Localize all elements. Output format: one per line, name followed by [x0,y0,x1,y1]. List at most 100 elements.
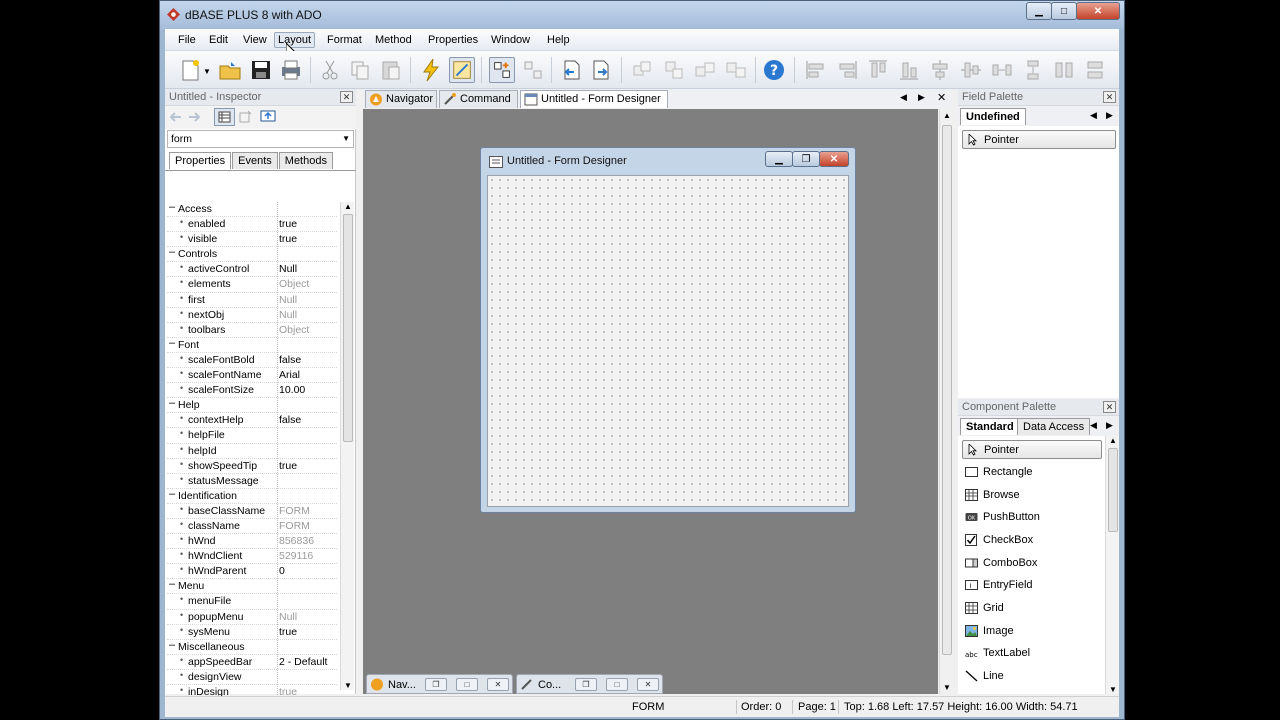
menu-window[interactable]: Window [488,33,533,47]
component-item-pointer[interactable]: Pointer [962,440,1102,459]
property-row[interactable]: • hWndClient 529116 [167,549,337,565]
component-item-rectangle[interactable]: Rectangle [962,462,1102,484]
minimized-navigator-maximize[interactable]: □ [456,678,478,691]
property-row[interactable]: • helpFile [167,428,337,444]
property-value[interactable]: 10.00 [279,384,305,396]
mdi-scroll-thumb[interactable] [942,125,952,655]
scroll-down-icon[interactable]: ▼ [344,681,352,690]
form-restore-button[interactable]: ❐ [792,151,820,167]
menu-view[interactable]: View [240,33,270,47]
property-category[interactable]: – Font [167,337,337,353]
property-row[interactable]: • statusMessage [167,474,337,489]
align-bottom-icon[interactable] [896,57,922,83]
component-tab-scroll-right-icon[interactable]: ▶ [1106,420,1113,431]
next-page-icon[interactable] [589,57,615,83]
property-category[interactable]: – Miscellaneous [167,639,337,655]
property-value[interactable]: 2 - Default [279,656,327,668]
align-horizontal-center-icon[interactable] [927,57,953,83]
chevron-down-icon[interactable]: ▼ [342,134,350,143]
property-row[interactable]: • first Null [167,293,337,308]
property-row[interactable]: • toolbars Object [167,323,337,338]
copy-icon[interactable] [347,57,373,83]
forward-arrow-icon[interactable] [187,111,201,123]
property-value[interactable]: Null [279,294,297,306]
mdi-scroll-up-icon[interactable]: ▲ [943,111,951,120]
property-value[interactable]: true [279,460,297,472]
collapse-icon[interactable]: – [169,397,175,409]
minimized-command-close[interactable]: ✕ [637,678,659,691]
component-palette-close-button[interactable]: ✕ [1103,401,1116,413]
collapse-icon[interactable]: – [169,639,175,651]
minimized-navigator-restore[interactable]: ❐ [425,678,447,691]
property-value[interactable]: 0 [279,565,285,577]
align-left-icon[interactable] [803,57,829,83]
property-value[interactable]: FORM [279,505,310,517]
scroll-up-icon[interactable]: ▲ [344,202,352,211]
property-value[interactable]: false [279,414,301,426]
minimized-command[interactable]: Co... ❐ □ ✕ [516,674,663,694]
property-category[interactable]: – Access [167,201,337,218]
property-row[interactable]: • popupMenu Null [167,610,337,625]
inspector-close-button[interactable]: ✕ [340,91,353,103]
component-item-line[interactable]: Line [962,666,1102,688]
property-row[interactable]: • nextObj Null [167,308,337,323]
design-mode-icon[interactable] [449,57,475,83]
align-vertical-center-icon[interactable] [958,57,984,83]
property-value[interactable]: Null [279,309,297,321]
property-row[interactable]: • scaleFontBold false [167,353,337,369]
title-bar[interactable]: dBASE PLUS 8 with ADO ▁ □ ✕ [160,1,1124,29]
property-value[interactable]: Object [279,278,309,290]
minimized-command-maximize[interactable]: □ [606,678,628,691]
save-disk-icon[interactable] [248,57,274,83]
minimize-button[interactable]: ▁ [1026,2,1052,20]
property-row[interactable]: • scaleFontName Arial [167,368,337,384]
property-value[interactable]: true [279,626,297,638]
property-row[interactable]: • hWnd 856836 [167,534,337,550]
property-category[interactable]: – Controls [167,246,337,263]
tab-close-icon[interactable]: ✕ [937,91,946,104]
property-row[interactable]: • visible true [167,232,337,248]
previous-page-icon[interactable] [558,57,584,83]
alphabetic-view-icon[interactable] [239,110,253,124]
property-row[interactable]: • activeControl Null [167,262,337,278]
property-category[interactable]: – Help [167,397,337,414]
property-row[interactable]: • helpId [167,444,337,459]
property-value[interactable]: true [279,233,297,245]
menu-file[interactable]: File [175,33,199,47]
bring-closer-icon[interactable] [692,57,718,83]
inspector-scroll-thumb[interactable] [343,214,353,442]
form-minimize-button[interactable]: ▁ [765,151,793,167]
bring-to-front-icon[interactable] [629,57,655,83]
tab-navigator[interactable]: Navigator [365,90,437,108]
component-item-grid[interactable]: Grid [962,598,1102,620]
menu-properties[interactable]: Properties [425,33,481,47]
space-horizontal-icon[interactable] [989,57,1015,83]
menu-edit[interactable]: Edit [206,33,231,47]
field-palette-item-pointer[interactable]: Pointer [962,130,1116,149]
send-farther-icon[interactable] [723,57,749,83]
tab-command[interactable]: Command [439,90,518,108]
minimized-navigator[interactable]: Nav... ❐ □ ✕ [366,674,513,694]
field-tab-scroll-left-icon[interactable]: ◀ [1090,110,1097,121]
mdi-scrollbar[interactable]: ▲ ▼ [939,109,953,694]
collapse-icon[interactable]: – [169,201,175,213]
tab-standard[interactable]: Standard [960,418,1020,435]
align-top-icon[interactable] [865,57,891,83]
menu-format[interactable]: Format [324,33,365,47]
property-value[interactable]: Arial [279,369,300,381]
property-category[interactable]: – Menu [167,578,337,595]
palette-scroll-up-icon[interactable]: ▲ [1109,436,1117,445]
minimized-command-restore[interactable]: ❐ [575,678,597,691]
minimized-navigator-close[interactable]: ✕ [487,678,509,691]
property-row[interactable]: • contextHelp false [167,413,337,429]
property-value[interactable]: Null [279,263,297,275]
menu-help[interactable]: Help [544,33,573,47]
tab-events[interactable]: Events [232,152,278,169]
component-item-pushbutton[interactable]: OK PushButton [962,507,1102,529]
layout-tool-icon[interactable] [489,57,515,83]
property-value[interactable]: true [279,218,297,230]
component-item-checkbox[interactable]: CheckBox [962,530,1102,552]
palette-scroll-thumb[interactable] [1108,448,1118,532]
property-row[interactable]: • hWndParent 0 [167,564,337,580]
collapse-icon[interactable]: – [169,246,175,258]
